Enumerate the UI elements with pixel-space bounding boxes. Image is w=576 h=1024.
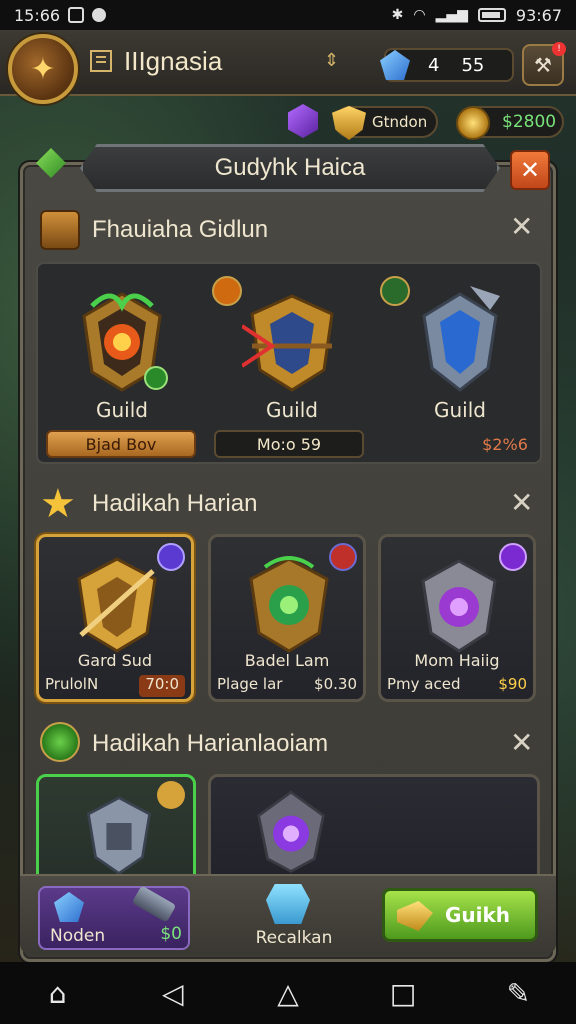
daily-card-2-price: $0.30: [314, 675, 357, 693]
shield-value: Gtndon: [372, 113, 428, 131]
gem-icon: [380, 50, 410, 80]
panel-title: Gudyhk Haica: [80, 144, 500, 192]
recall-label: Recalkan: [255, 928, 333, 948]
status-bar: 15:66 ✱ ◠ ▂▄▆ 93:67: [0, 0, 576, 30]
home-icon[interactable]: ⌂: [43, 977, 73, 1010]
daily-card-2-footer: Plage lar $0.30: [217, 675, 357, 697]
battery-icon: [477, 8, 506, 22]
void-orb-icon: [257, 790, 325, 873]
gold-banner-icon: [397, 901, 433, 931]
daily-card-3[interactable]: Mom Haiig Pmy aced $90: [378, 534, 536, 702]
star-icon: ★: [40, 481, 76, 527]
blue-creature-icon: [266, 884, 310, 924]
menu-icon[interactable]: [90, 50, 112, 72]
app-title: IIIgnasia: [124, 46, 223, 76]
daily-card-3-sub: Pmy aced: [387, 675, 461, 693]
wifi-icon: ◠: [413, 7, 426, 23]
section-close-icon[interactable]: ✕: [510, 210, 533, 243]
featured-item-2-button[interactable]: Mo:o 59: [214, 430, 364, 458]
back-icon[interactable]: ◁: [158, 977, 188, 1010]
gem-count-a: 4: [428, 54, 440, 76]
daily-card-3-footer: Pmy aced $90: [387, 675, 527, 697]
daily-card-1-sub: PrulolN: [45, 675, 99, 693]
section-title-more: Hadikah Harianlaoiam: [92, 730, 329, 757]
daily-card-2-name: Badel Lam: [244, 651, 330, 670]
notification-icon: [68, 7, 85, 23]
treasure-chest-icon: [40, 210, 80, 250]
featured-item-2-label: Guild: [266, 398, 318, 422]
amethyst-shield-icon: [421, 559, 497, 653]
sort-icon[interactable]: ⇕: [324, 50, 339, 71]
blue-gem-icon: [54, 892, 84, 922]
blue-crest-shield-icon: [422, 286, 500, 392]
guild-crest-icon: ✦: [30, 51, 56, 87]
bluetooth-icon: ✱: [391, 7, 404, 23]
modify-button[interactable]: Noden $0: [38, 885, 190, 950]
daily-card-1-price: 70:0: [139, 675, 185, 697]
app-icon: [92, 8, 107, 22]
daily-card-2[interactable]: Badel Lam Plage lar $0.30: [208, 534, 366, 702]
guild-button-label: Guikh: [445, 903, 511, 927]
section-title-daily: Hadikah Harian: [92, 490, 258, 517]
top-bar: ✦ IIIgnasia ⇕ 4 55 ⚒ !: [0, 30, 576, 104]
recents-icon[interactable]: □: [388, 977, 418, 1010]
recall-button[interactable]: Recalkan: [244, 884, 334, 954]
featured-items-box: Guild Bjad Bov Guild Mo:o 59 Guild $2%6: [36, 262, 542, 464]
modify-value: $0: [160, 924, 182, 944]
featured-item-1-button[interactable]: Bjad Bov: [46, 430, 196, 458]
daily-card-2-sub: Plage lar: [217, 675, 283, 693]
status-clock: 93:67: [515, 5, 562, 25]
steel-gauntlet-icon: [86, 796, 152, 876]
featured-item-1-label: Guild: [96, 398, 148, 422]
hammer-icon: ⚒: [534, 53, 552, 77]
daily-card-1-name: Gard Sud: [77, 651, 153, 670]
shield-counter: Gtndon: [332, 106, 438, 140]
notification-badge: !: [552, 42, 566, 56]
daily-card-3-price: $90: [498, 675, 527, 693]
featured-item-3[interactable]: Guild $2%6: [376, 264, 544, 464]
featured-item-3-button[interactable]: $2%6: [472, 430, 538, 458]
guild-button[interactable]: Guikh: [382, 888, 538, 942]
emerald-shield-icon: [249, 556, 329, 653]
featured-item-3-label: Guild: [434, 398, 486, 422]
navigation-bar: ⌂ ◁ △ □ ✎: [0, 962, 576, 1024]
green-flame-shield-icon: [82, 292, 168, 392]
section-close-icon[interactable]: ✕: [510, 726, 533, 759]
daily-card-1[interactable]: Gard Sud PrulolN 70:0: [36, 534, 194, 702]
status-time: 15:66: [14, 5, 61, 25]
cannon-icon: [131, 885, 177, 923]
edit-icon[interactable]: ✎: [503, 977, 533, 1010]
forge-button[interactable]: ⚒ !: [522, 42, 566, 86]
section-close-icon[interactable]: ✕: [510, 486, 533, 519]
green-helmet-icon: [40, 722, 80, 762]
rune-badge-icon: [380, 276, 410, 306]
gem-count-b: 55: [461, 54, 485, 76]
home-button-icon[interactable]: △: [273, 977, 303, 1010]
more-card-1[interactable]: [36, 774, 196, 886]
coin-value: $2800: [502, 112, 557, 132]
action-bar: Noden $0 Recalkan Guikh: [20, 874, 556, 954]
featured-item-2[interactable]: Guild Mo:o 59: [208, 264, 376, 464]
crossbow-shield-icon: [242, 294, 334, 392]
golden-crossbow-icon: [77, 557, 157, 653]
close-icon: ✕: [519, 156, 541, 184]
more-card-2[interactable]: [208, 774, 540, 886]
guild-emblem-button[interactable]: ✦: [8, 34, 78, 104]
coin-counter: $2800: [456, 106, 564, 140]
section-title-featured: Fhauiaha Gidlun: [92, 216, 269, 243]
lantern-badge-icon: [212, 276, 242, 306]
gold-coin-icon: [456, 106, 490, 140]
signal-icon: ▂▄▆: [435, 7, 468, 23]
gold-shield-badge-icon: [157, 781, 185, 809]
daily-card-1-footer: PrulolN 70:0: [45, 675, 185, 697]
gem-counter: 4 55: [380, 48, 514, 82]
featured-item-1[interactable]: Guild Bjad Bov: [38, 264, 206, 464]
daily-card-3-name: Mom Haiig: [414, 651, 500, 670]
modify-label: Noden: [50, 926, 106, 946]
close-panel-button[interactable]: ✕: [510, 150, 550, 190]
